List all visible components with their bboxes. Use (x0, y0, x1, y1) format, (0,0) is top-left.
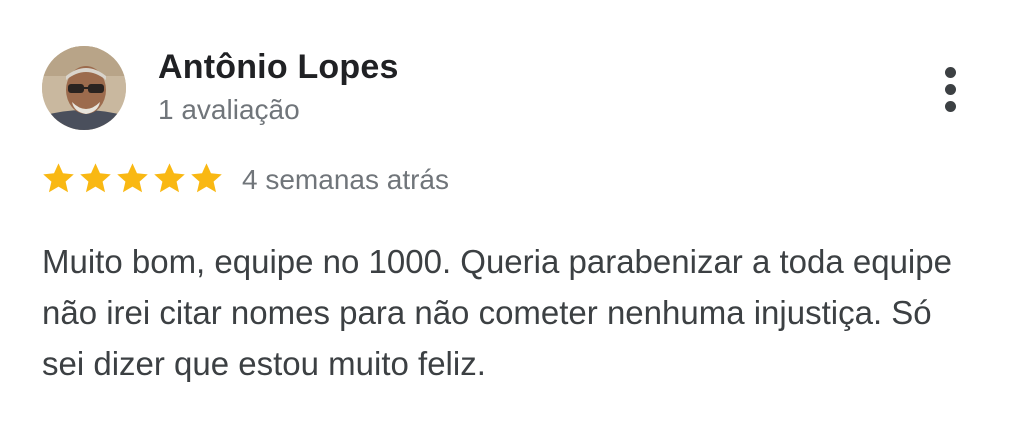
star-rating (40, 160, 225, 200)
author-name[interactable]: Antônio Lopes (158, 48, 399, 87)
star-icon (188, 160, 225, 197)
avatar[interactable] (42, 46, 126, 130)
review-text: Muito bom, equipe no 1000. Queria parabe… (42, 243, 952, 382)
review-count: 1 avaliação (158, 94, 300, 125)
star-icon (40, 160, 77, 197)
star-icon (114, 160, 151, 197)
star-icon (77, 160, 114, 197)
avatar-photo-icon (42, 46, 126, 130)
review-card: Antônio Lopes 1 avaliação 4 semanas atrá… (0, 0, 1024, 432)
more-options-button[interactable] (926, 60, 974, 120)
review-date: 4 semanas atrás (242, 164, 449, 195)
star-icon (151, 160, 188, 197)
